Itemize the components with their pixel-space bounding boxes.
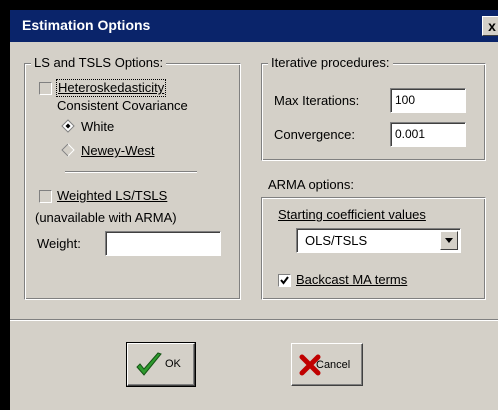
heteroskedasticity-checkbox[interactable]: [39, 82, 52, 95]
backcast-ma-checkbox[interactable]: [278, 274, 291, 287]
checkmark-icon: [280, 276, 289, 285]
ok-label: OK: [165, 358, 181, 370]
ok-button[interactable]: OK: [126, 342, 196, 387]
max-iterations-label: Max Iterations:: [274, 93, 360, 108]
backcast-ma-label[interactable]: Backcast MA terms: [296, 272, 407, 288]
ls-group-divider: [65, 171, 197, 173]
cancel-button[interactable]: Cancel: [291, 343, 363, 386]
radio-newey-west[interactable]: [61, 143, 75, 157]
close-icon: x: [488, 18, 496, 34]
title-bar[interactable]: Estimation Options x: [10, 10, 498, 42]
dialog-client-area: LS and TSLS Options: Heteroskedasticity …: [10, 42, 498, 410]
estimation-options-dialog: Estimation Options x LS and TSLS Options…: [0, 0, 498, 410]
consistent-covariance-label: Consistent Covariance: [57, 98, 188, 113]
weight-label: Weight:: [37, 236, 81, 251]
weighted-ls-checkbox[interactable]: [39, 190, 52, 203]
ls-tsls-options-label: LS and TSLS Options:: [31, 55, 167, 71]
radio-white[interactable]: [61, 119, 75, 133]
buttons-divider: [10, 319, 498, 321]
starting-coefficient-label: Starting coefficient values: [278, 207, 426, 222]
arma-options-group: Starting coefficient values OLS/TSLS Bac…: [261, 197, 486, 300]
ls-tsls-options-group: LS and TSLS Options: Heteroskedasticity …: [24, 55, 241, 300]
green-check-icon: [136, 352, 162, 376]
iterative-procedures-group: Iterative procedures: Max Iterations: 10…: [261, 55, 486, 161]
weight-input[interactable]: [105, 231, 221, 256]
radio-white-label[interactable]: White: [81, 119, 114, 135]
starting-coefficient-value: OLS/TSLS: [305, 233, 368, 248]
cancel-label: Cancel: [316, 359, 351, 371]
radio-newey-west-label[interactable]: Newey-West: [81, 143, 154, 159]
heteroskedasticity-text: Heteroskedasticity: [58, 80, 165, 95]
dialog-title: Estimation Options: [22, 17, 151, 33]
dropdown-button[interactable]: [440, 231, 458, 250]
close-button[interactable]: x: [482, 16, 498, 36]
convergence-label: Convergence:: [274, 127, 355, 142]
iterative-procedures-label: Iterative procedures:: [268, 55, 393, 71]
arma-options-label: ARMA options:: [268, 177, 354, 192]
screen-edge-left: [0, 0, 10, 410]
heteroskedasticity-label[interactable]: Heteroskedasticity: [55, 79, 167, 97]
max-iterations-input[interactable]: 100: [390, 88, 466, 113]
screen-edge-top: [0, 0, 498, 10]
unavailable-with-arma-note: (unavailable with ARMA): [35, 210, 177, 225]
chevron-down-icon: [445, 238, 453, 243]
convergence-input[interactable]: 0.001: [390, 122, 466, 147]
starting-coefficient-select[interactable]: OLS/TSLS: [296, 228, 461, 253]
weighted-ls-label[interactable]: Weighted LS/TSLS: [57, 188, 167, 204]
